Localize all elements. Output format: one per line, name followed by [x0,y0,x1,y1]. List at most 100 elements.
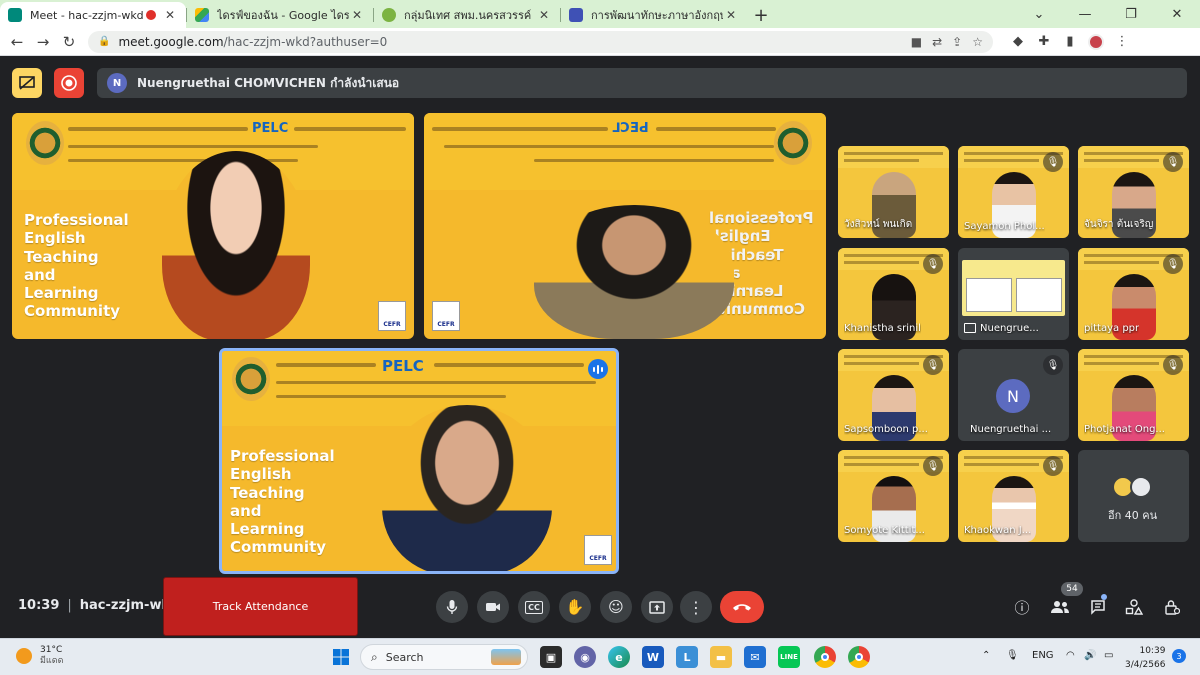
bookmark-star-icon[interactable]: ☆ [972,35,983,49]
chat-app-icon[interactable]: ◉ [574,646,596,668]
tab-search-icon[interactable]: ⌄ [1016,0,1062,28]
more-participants-tile[interactable]: อีก 40 คน [1078,450,1189,542]
tab-english-forms[interactable]: การพัฒนาทักษะภาษาอังกฤษ English ✕ [561,2,747,28]
profile-avatar[interactable] [1083,29,1109,55]
word-icon[interactable]: W [642,646,664,668]
edge-browser-icon[interactable]: e [608,646,630,668]
reactions-icon[interactable]: ☺ [600,591,632,623]
leave-call-button[interactable] [720,591,764,623]
stop-presenting-icon[interactable] [12,68,42,98]
school-seal-icon [232,357,270,401]
participant-tile[interactable]: 🎙 Sapsomboon p... [838,349,949,441]
participant-tile[interactable]: 🎙 Somyote Kittit... [838,450,949,542]
speaking-indicator-icon [588,359,608,379]
side-panel-icon[interactable]: ▮ [1057,29,1083,55]
close-tab-icon[interactable]: ✕ [162,8,178,22]
new-tab-button[interactable]: + [747,2,775,28]
chrome-profile-icon[interactable] [848,646,870,668]
participant-tile[interactable]: วังสิวหน์ พนเกิด [838,146,949,238]
lock-icon: 🔒 [98,36,111,47]
system-clock[interactable]: 10:39 3/4/2566 [1125,644,1165,672]
share-icon[interactable]: ⇪ [952,35,962,49]
participant-tile[interactable]: 🎙 Photjanat Ong... [1078,349,1189,441]
minimize-icon[interactable]: — [1062,0,1108,28]
line-icon[interactable]: LINE [778,646,800,668]
tab-supervision-group[interactable]: กลุ่มนิเทศ สพม.นครสวรรค์ ✕ [374,2,560,28]
tab-title: กลุ่มนิเทศ สพม.นครสวรรค์ [404,9,532,22]
cefr-logo: CEFR [378,301,406,331]
show-hidden-icons[interactable]: ⌃ [982,650,990,661]
mail-icon[interactable]: ✉ [744,646,766,668]
video-tile-active-speaker[interactable]: PELC Professional English Teaching and L… [219,348,619,574]
windows-start-icon[interactable] [330,646,352,668]
present-screen-icon[interactable] [641,591,673,623]
clock-date: 3/4/2566 [1125,660,1166,670]
weather-widget[interactable]: 31°C มีแดด [16,645,63,667]
more-options-icon[interactable]: ⋮ [680,591,712,623]
volume-icon[interactable]: 🔊 [1084,650,1096,661]
video-tile-mirrored[interactable]: ⅃ƆƎԀ Professional English Teaching and L… [424,113,826,339]
tab-drive[interactable]: ไดรฟ์ของฉัน - Google ไดรฟ์ ✕ [187,2,373,28]
battery-icon[interactable]: ▭ [1104,650,1113,661]
search-highlight-icon [491,649,521,665]
taskbar-search-input[interactable]: ⌕ Search [360,644,528,670]
video-tile-presenter[interactable]: PELC Professional English Teaching and L… [12,113,414,339]
l-app-icon[interactable]: L [676,646,698,668]
back-icon[interactable]: ← [4,29,30,55]
track-attendance-button[interactable]: Track Attendance [163,577,358,636]
participant-video [162,151,310,339]
participant-name: Khaokwan J... [964,525,1032,536]
recording-icon[interactable] [54,68,84,98]
extensions-puzzle-icon[interactable]: ✚ [1031,29,1057,55]
restore-icon[interactable]: ❐ [1108,0,1154,28]
notification-badge[interactable]: 3 [1172,649,1186,663]
mic-off-icon: 🎙 [1043,152,1063,172]
pelc-logo: ⅃ƆƎԀ [612,121,649,136]
microphone-icon[interactable] [436,591,468,623]
captions-icon[interactable]: CC [518,591,550,623]
task-view-icon[interactable]: ▣ [540,646,562,668]
language-indicator[interactable]: ENG [1032,650,1054,661]
close-tab-icon[interactable]: ✕ [536,8,552,22]
participant-name: Khanistha srinil [844,323,921,334]
close-tab-icon[interactable]: ✕ [723,8,739,22]
camera-icon[interactable] [477,591,509,623]
participant-tile[interactable]: 🎙 pittaya ppr [1078,248,1189,340]
browser-menu-icon[interactable]: ⋮ [1109,29,1135,55]
participant-tile[interactable]: 🎙 จันจิรา ต้นเจริญ [1078,146,1189,238]
raise-hand-icon[interactable]: ✋ [559,591,591,623]
meeting-info-icon[interactable]: ⓘ [1009,594,1035,620]
file-explorer-icon[interactable]: ▬ [710,646,732,668]
chrome-icon[interactable] [814,646,836,668]
activities-icon[interactable] [1121,594,1147,620]
slide-header-text [432,127,608,131]
extension-icon[interactable]: ◆ [1005,29,1031,55]
camera-in-use-icon[interactable]: ■ [911,35,922,49]
forward-icon[interactable]: → [30,29,56,55]
participant-tile[interactable]: 🎙 Sayamon Phol... [958,146,1069,238]
close-window-icon[interactable]: ✕ [1154,0,1200,28]
clock-time: 10:39 [1139,646,1166,656]
slide-subheader-text [276,381,596,384]
translate-icon[interactable]: ⇄ [932,35,942,49]
chat-icon[interactable] [1085,594,1111,620]
participant-name: Nuengruethai ... [970,424,1052,435]
participant-tile[interactable]: 🎙 Khaokwan J... [958,450,1069,542]
mic-off-icon: 🎙 [923,456,943,476]
address-bar[interactable]: 🔒 meet.google.com /hac-zzjm-wkd?authuser… [88,30,993,53]
chat-notification-dot [1101,594,1107,600]
people-icon[interactable] [1047,594,1073,620]
tab-strip: Meet - hac-zzjm-wkd ✕ ไดรฟ์ของฉัน - Goog… [0,0,1200,28]
wifi-icon[interactable]: ◠ [1066,650,1075,661]
forms-favicon-icon [569,8,583,22]
shared-screen-thumbnail [962,260,1065,316]
microphone-tray-icon[interactable]: 🎙 [1006,650,1019,661]
participant-tile-avatar[interactable]: 🎙 N Nuengruethai ... [958,349,1069,441]
participant-tile[interactable]: 🎙 Khanistha srinil [838,248,949,340]
tab-meet[interactable]: Meet - hac-zzjm-wkd ✕ [0,2,186,28]
host-controls-icon[interactable] [1159,594,1185,620]
participant-tile-presenting[interactable]: Nuengrue... [958,248,1069,340]
reload-icon[interactable]: ↻ [56,29,82,55]
participant-video [534,205,734,339]
close-tab-icon[interactable]: ✕ [349,8,365,22]
